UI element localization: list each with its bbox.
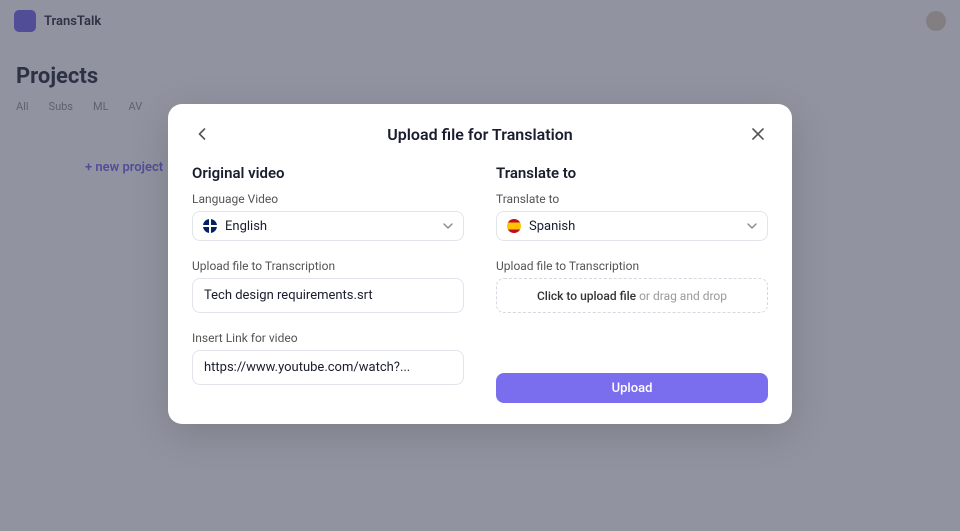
- uploaded-file-name: Tech design requirements.srt: [204, 288, 373, 303]
- chevron-down-icon: [747, 223, 757, 229]
- chevron-down-icon: [443, 223, 453, 229]
- uk-flag-icon: [203, 219, 217, 233]
- original-video-section: Original video Language Video English Up…: [192, 164, 464, 403]
- language-label: Language Video: [192, 192, 464, 206]
- upload-file-label: Upload file to Transcription: [192, 259, 464, 273]
- file-dropzone[interactable]: Click to upload file or drag and drop: [496, 278, 768, 313]
- source-language-select[interactable]: English: [192, 211, 464, 241]
- dropzone-sub-text: or drag and drop: [639, 289, 727, 303]
- upload-modal: Upload file for Translation Original vid…: [168, 104, 792, 424]
- source-language-value: English: [225, 219, 443, 234]
- section-heading: Original video: [192, 164, 464, 182]
- section-heading: Translate to: [496, 164, 768, 182]
- translate-to-section: Translate to Translate to Spanish Upload…: [496, 164, 768, 403]
- video-link-input[interactable]: https://www.youtube.com/watch?...: [192, 350, 464, 385]
- spain-flag-icon: [507, 219, 521, 233]
- back-button[interactable]: [192, 124, 212, 144]
- dropzone-main-text: Click to upload file: [537, 289, 636, 303]
- target-language-label: Translate to: [496, 192, 768, 206]
- link-label: Insert Link for video: [192, 331, 464, 345]
- target-language-select[interactable]: Spanish: [496, 211, 768, 241]
- upload-file-label: Upload file to Transcription: [496, 259, 768, 273]
- close-icon: [752, 128, 764, 140]
- upload-button-label: Upload: [612, 381, 653, 396]
- chevron-left-icon: [198, 128, 206, 140]
- target-language-value: Spanish: [529, 219, 747, 234]
- upload-button[interactable]: Upload: [496, 373, 768, 403]
- uploaded-file-field[interactable]: Tech design requirements.srt: [192, 278, 464, 313]
- close-button[interactable]: [748, 124, 768, 144]
- modal-title: Upload file for Translation: [212, 125, 748, 144]
- video-link-value: https://www.youtube.com/watch?...: [204, 360, 410, 375]
